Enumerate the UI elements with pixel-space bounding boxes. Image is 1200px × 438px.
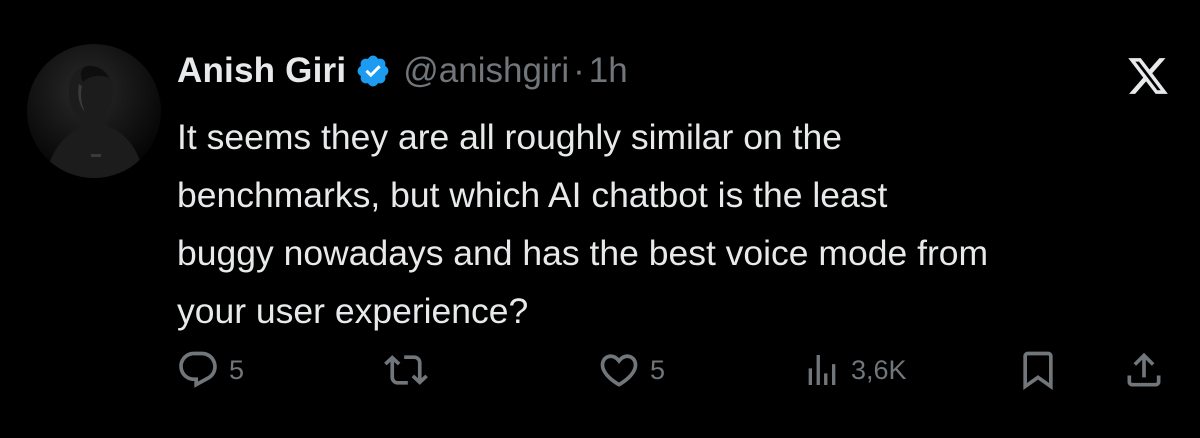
- post-text: It seems they are all roughly similar on…: [177, 108, 1177, 340]
- reply-count: 5: [229, 354, 245, 385]
- post-timestamp[interactable]: 1h: [589, 51, 628, 91]
- avatar-image: [45, 65, 145, 178]
- reply-icon: [179, 351, 217, 388]
- author-display-name[interactable]: Anish Giri: [177, 51, 346, 91]
- bookmark-button[interactable]: [1016, 345, 1060, 395]
- like-count: 5: [650, 354, 666, 385]
- post-header: Anish Giri @anishgiri · 1h: [177, 48, 628, 94]
- avatar[interactable]: [27, 44, 161, 178]
- separator-dot: ·: [573, 51, 585, 90]
- heart-icon: [600, 354, 638, 387]
- views-icon: [808, 355, 836, 385]
- like-button[interactable]: 5: [597, 345, 665, 395]
- share-button[interactable]: [1122, 345, 1166, 395]
- post-text-line: benchmarks, but which AI chatbot is the …: [177, 175, 888, 215]
- action-bar: 5 5 3,6K: [0, 345, 1200, 395]
- post-text-line: your user experience?: [177, 291, 529, 331]
- views-count: 3,6K: [851, 354, 907, 385]
- post-text-line: It seems they are all roughly similar on…: [177, 117, 842, 157]
- reply-button[interactable]: 5: [176, 345, 244, 395]
- repost-icon: [384, 355, 428, 385]
- repost-button[interactable]: [381, 345, 431, 395]
- tweet-card[interactable]: Anish Giri @anishgiri · 1h It seems they…: [0, 0, 1200, 438]
- views-button[interactable]: 3,6K: [802, 345, 907, 395]
- share-icon: [1127, 352, 1161, 387]
- x-logo-icon: [1128, 58, 1168, 94]
- author-handle[interactable]: @anishgiri: [403, 51, 569, 91]
- post-text-line: buggy nowadays and has the best voice mo…: [177, 233, 989, 273]
- verified-badge-icon: [357, 55, 389, 87]
- bookmark-icon: [1023, 351, 1053, 391]
